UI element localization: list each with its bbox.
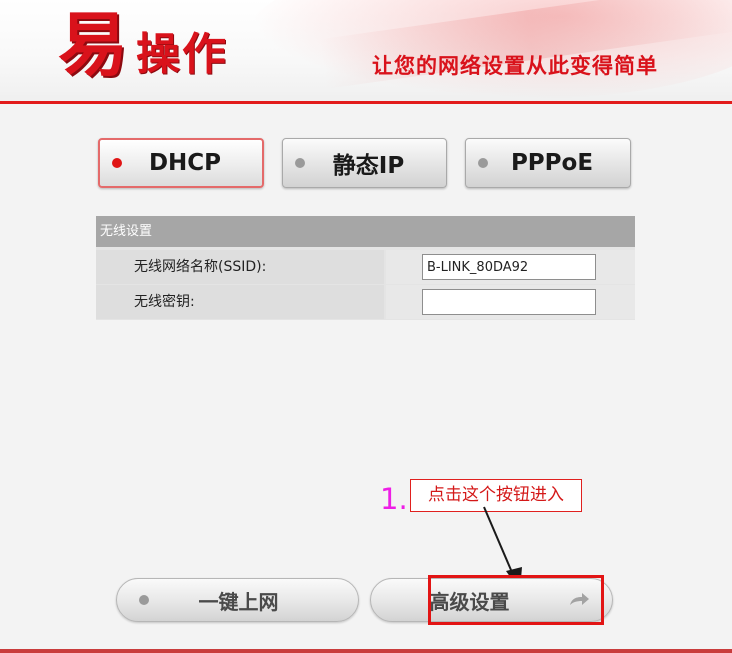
- arrow-right-icon: [570, 593, 589, 605]
- logo-text: 操作: [136, 29, 228, 80]
- header-banner: 易 操作 让您的网络设置从此变得简单: [0, 0, 732, 103]
- ssid-cell: [386, 250, 635, 284]
- logo-char: 易: [58, 4, 128, 86]
- ssid-input[interactable]: [422, 254, 596, 280]
- pppoe-mode-label: PPPoE: [510, 150, 594, 176]
- footer-divider: [0, 649, 732, 653]
- dhcp-mode-label: DHCP: [148, 150, 222, 176]
- one-click-connect-button[interactable]: 一键上网: [116, 578, 359, 622]
- header-divider: [0, 101, 732, 104]
- radio-dot-icon: [112, 158, 122, 168]
- advanced-settings-button[interactable]: 高级设置: [370, 578, 613, 622]
- wireless-key-row: 无线密钥:: [96, 285, 635, 320]
- radio-dot-icon: [478, 158, 488, 168]
- one-click-connect-label: 一键上网: [198, 589, 279, 614]
- static-ip-mode-label: 静态IP: [332, 153, 405, 179]
- wireless-key-cell: [386, 285, 635, 319]
- slogan: 让您的网络设置从此变得简单: [372, 54, 658, 78]
- ssid-label: 无线网络名称(SSID):: [96, 250, 384, 284]
- radio-dot-icon: [139, 595, 149, 605]
- pppoe-mode-button[interactable]: PPPoE: [465, 138, 631, 188]
- wireless-settings-title: 无线设置: [96, 216, 635, 247]
- static-ip-mode-button[interactable]: 静态IP: [282, 138, 447, 188]
- wireless-key-label: 无线密钥:: [96, 285, 384, 319]
- annotation-step-number: 1.: [380, 482, 408, 516]
- advanced-settings-label: 高级设置: [429, 589, 510, 614]
- wireless-key-input[interactable]: [422, 289, 596, 315]
- dhcp-mode-button[interactable]: DHCP: [98, 138, 264, 188]
- radio-dot-icon: [295, 158, 305, 168]
- ssid-row: 无线网络名称(SSID):: [96, 250, 635, 285]
- wireless-settings-panel: 无线设置 无线网络名称(SSID): 无线密钥:: [96, 216, 635, 320]
